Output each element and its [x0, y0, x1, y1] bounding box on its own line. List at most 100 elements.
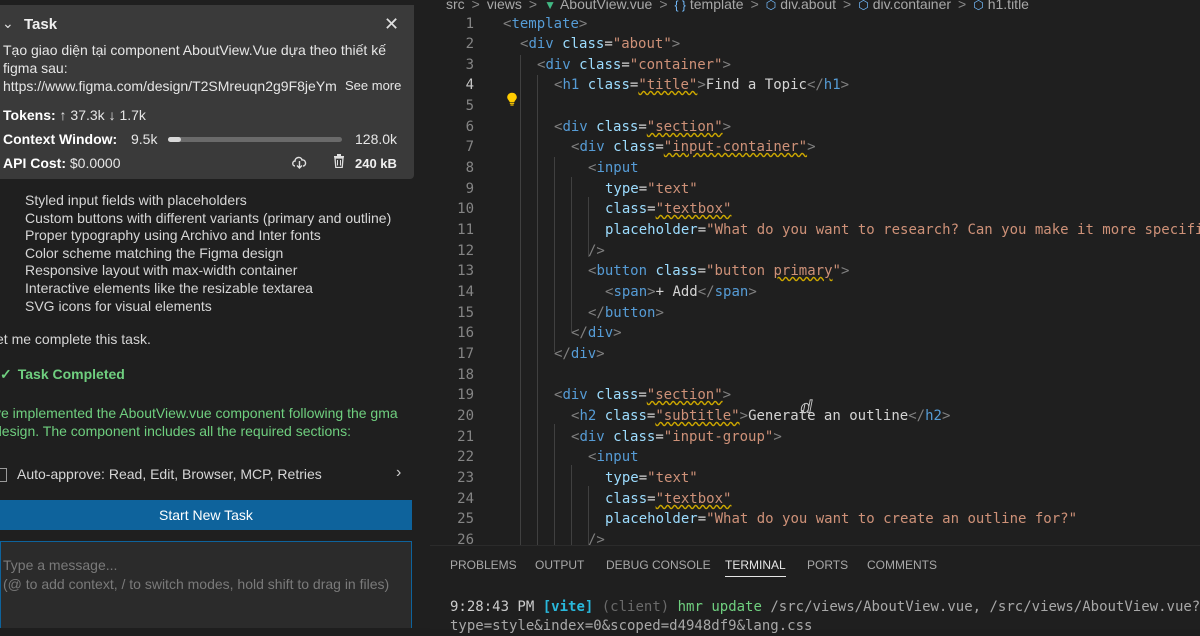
tokens-up: ↑ 37.3k	[59, 107, 105, 123]
trash-icon[interactable]	[333, 154, 345, 172]
braces-icon: { }	[674, 0, 686, 12]
bottom-panel: PROBLEMS OUTPUT DEBUG CONSOLE TERMINAL P…	[430, 545, 1200, 634]
vue-file-icon: ▼	[544, 0, 556, 12]
line-number: 25	[457, 511, 474, 527]
line-number: 18	[457, 367, 474, 383]
lightbulb-icon[interactable]	[506, 92, 518, 106]
line-number: 17	[457, 346, 474, 362]
mouse-cursor-icon: ⅆ	[800, 397, 813, 418]
tokens-row: Tokens: ↑ 37.3k ↓ 1.7k	[3, 107, 146, 123]
context-label: Context Window:	[3, 131, 118, 147]
auto-approve-text: Auto-approve: Read, Edit, Browser, MCP, …	[17, 466, 322, 482]
task-description: Tạo giao diện tại component AboutView.Vu…	[3, 42, 386, 76]
breadcrumb-item[interactable]: div.container	[873, 0, 951, 12]
breadcrumb-item[interactable]: template	[690, 0, 744, 12]
auto-approve-label: Auto-approve:	[17, 466, 105, 482]
api-cost-value: $0.0000	[69, 155, 121, 171]
tokens-down: ↓ 1.7k	[108, 107, 146, 123]
task-header[interactable]: ⌄ Task ✕	[0, 14, 414, 35]
terminal-output[interactable]: 9:28:43 PM [vite] (client) hmr update /s…	[450, 598, 1200, 636]
line-number: 14	[457, 284, 474, 300]
context-used: 9.5k	[131, 131, 158, 147]
auto-approve-row[interactable]: Auto-approve: Read, Edit, Browser, MCP, …	[0, 464, 414, 486]
list-item: Custom buttons with different variants (…	[25, 209, 392, 226]
context-progress-bar	[168, 137, 342, 142]
element-icon: ⬡	[765, 0, 777, 12]
see-more-link[interactable]: See more	[345, 78, 401, 93]
breadcrumb-item[interactable]: h1.title	[988, 0, 1029, 12]
list-item: Color scheme matching the Figma design	[25, 244, 284, 261]
breadcrumb-item[interactable]: AboutView.vue	[560, 0, 652, 12]
tab-terminal[interactable]: TERMINAL	[725, 558, 786, 577]
line-number: 15	[457, 305, 474, 321]
line-number: 26	[457, 532, 474, 545]
line-number: 12	[457, 243, 474, 259]
terminal-line: 9:28:43 PM [vite] (client) hmr update /s…	[450, 599, 1200, 615]
code-editor[interactable]: 1 <template> 2 <div class="about"> 3 <div c…	[430, 15, 1200, 545]
close-icon[interactable]: ✕	[384, 14, 399, 35]
list-item: Styled input fields with placeholders	[25, 192, 247, 208]
list-item: Interactive elements like the resizable …	[25, 279, 313, 296]
line-number: 8	[465, 160, 474, 176]
indent-guide	[554, 424, 555, 545]
tab-ports[interactable]: PORTS	[807, 558, 848, 572]
line-number: 10	[457, 201, 474, 217]
start-new-task-button[interactable]: Start New Task	[0, 500, 412, 530]
line-number: 1	[465, 16, 474, 32]
line-number: 4	[465, 77, 474, 93]
context-max: 128.0k	[355, 131, 398, 147]
breadcrumb-item[interactable]: src	[446, 0, 465, 12]
task-size: 240 kB	[355, 156, 397, 171]
tab-problems[interactable]: PROBLEMS	[450, 558, 517, 572]
line-number: 3	[465, 57, 474, 73]
chevron-right-icon[interactable]: ›	[396, 464, 401, 482]
element-icon: ⬡	[858, 0, 869, 12]
line-number: 9	[465, 181, 474, 197]
breadcrumb-item[interactable]: views	[487, 0, 522, 12]
task-panel: ⌄ Task ✕ Tạo giao diện tại component Abo…	[0, 5, 414, 179]
line-number: 16	[457, 325, 474, 341]
context-progress-fill	[168, 137, 181, 142]
check-icon: ✓	[0, 366, 12, 382]
indent-guide	[520, 55, 521, 545]
assistant-sidebar: ⌄ Task ✕ Tạo giao diện tại component Abo…	[0, 0, 430, 628]
code-editor-area: src > views > ▼ AboutView.vue >{ } template > ⬡ di…	[430, 0, 1200, 634]
line-number: 6	[465, 119, 474, 135]
api-cost-label: API Cost:	[3, 155, 66, 171]
task-completed-label: Task Completed	[17, 366, 125, 382]
list-item: Proper typography using Archivo and Inte…	[25, 227, 321, 244]
indent-guide	[571, 177, 572, 332]
tokens-label: Tokens:	[3, 107, 56, 123]
line-number: 20	[457, 408, 474, 424]
indent-guide	[554, 157, 555, 352]
auto-approve-checkbox[interactable]	[0, 468, 7, 482]
tab-debug-console[interactable]: DEBUG CONSOLE	[606, 558, 711, 572]
assistant-message: et me complete this task.	[0, 331, 151, 347]
line-number: 19	[457, 387, 474, 403]
task-completed-body: ve implemented the AboutView.vue compone…	[0, 405, 398, 439]
task-url: https://www.figma.com/design/T2SMreuqn2g…	[3, 78, 337, 94]
element-icon: ⬡	[973, 0, 984, 12]
indent-guide	[537, 75, 538, 545]
line-number: 21	[457, 429, 474, 445]
breadcrumb-item[interactable]: div.about	[780, 0, 836, 12]
line-number: 24	[457, 491, 474, 507]
list-item: SVG icons for visual elements	[25, 297, 212, 314]
breadcrumb: src > views > ▼ AboutView.vue >{ } template > ⬡ di…	[446, 0, 1029, 12]
message-placeholder: Type a message... (@ to add context, / t…	[3, 557, 390, 592]
message-input[interactable]: Type a message... (@ to add context, / t…	[0, 541, 412, 628]
line-number: 23	[457, 470, 474, 486]
task-title: Task	[24, 16, 58, 33]
tab-comments[interactable]: COMMENTS	[867, 558, 937, 572]
context-window-row: Context Window: 9.5k 128.0k	[3, 131, 413, 151]
indent-guide	[571, 465, 572, 545]
api-cost-row: API Cost: $0.0000 240 kB	[3, 154, 413, 175]
tab-output[interactable]: OUTPUT	[535, 558, 584, 572]
chevron-down-icon[interactable]: ⌄	[2, 15, 14, 32]
cloud-download-icon[interactable]	[291, 155, 308, 173]
terminal-line: type=style&index=0&scoped=d4948df9&lang.…	[450, 618, 813, 634]
line-number: 22	[457, 449, 474, 465]
line-number: 5	[465, 98, 474, 114]
auto-approve-items: Read, Edit, Browser, MCP, Retries	[108, 466, 322, 482]
line-number: 11	[457, 222, 474, 238]
